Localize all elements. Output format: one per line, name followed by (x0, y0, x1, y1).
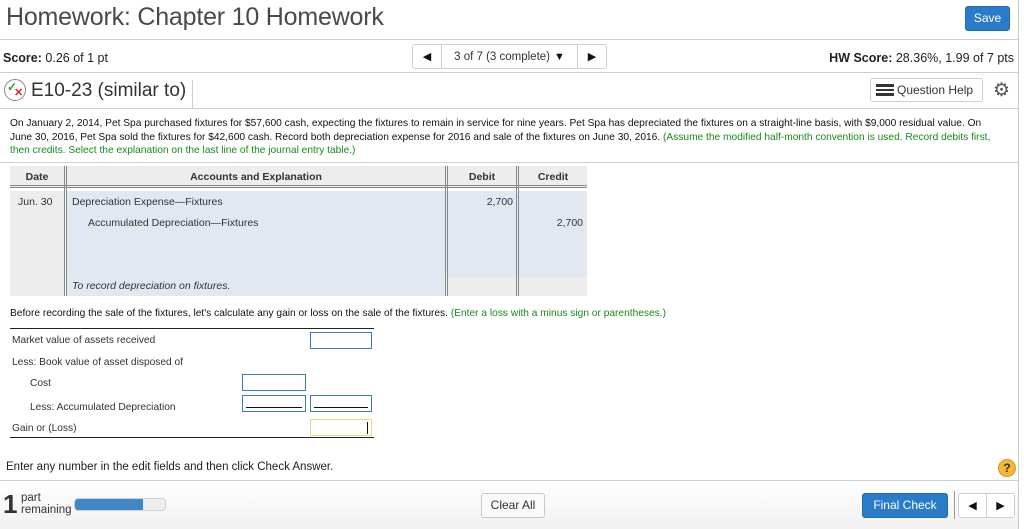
book-value-total-input[interactable] (310, 395, 372, 412)
calculation-intro: Before recording the sale of the fixture… (10, 308, 666, 319)
score-label: Score: (3, 51, 42, 65)
next-button[interactable]: ▶ (987, 494, 1014, 517)
instructions: Enter any number in the edit fields and … (6, 461, 334, 473)
previous-question-button[interactable]: ◀ (413, 45, 442, 68)
parts-label-line1: part (21, 492, 41, 504)
column-header-accounts: Accounts and Explanation (190, 171, 322, 183)
column-header-date: Date (25, 171, 49, 183)
footer-bar: 1 part remaining Clear All Final Check ◀… (0, 480, 1018, 529)
question-help-button[interactable]: Question Help (870, 78, 983, 102)
footer-navigator: ◀ ▶ (958, 493, 1015, 518)
hw-score-label: HW Score: (829, 51, 893, 65)
divider (0, 162, 1018, 163)
accumulated-depreciation-label: Less: Accumulated Depreciation (30, 402, 176, 413)
gear-icon[interactable]: ⚙ (993, 79, 1010, 102)
journal-entry-table: Date Accounts and Explanation Debit Cred… (10, 166, 587, 296)
help-icon[interactable]: ? (998, 459, 1016, 477)
arrow-right-icon: ▶ (587, 51, 597, 63)
caret-down-icon: ▼ (554, 50, 565, 63)
save-button[interactable]: Save (965, 6, 1010, 31)
column-header-credit: Credit (537, 171, 569, 183)
score-bar: Score: 0.26 of 1 pt ◀ 3 of 7 (3 complete… (0, 40, 1018, 73)
question-help-label: Question Help (897, 83, 974, 97)
progress-bar (74, 498, 166, 511)
debit-amount[interactable]: 2,700 (450, 196, 513, 208)
next-question-button[interactable]: ▶ (578, 45, 606, 68)
question-position: 3 of 7 (3 complete) (454, 50, 550, 63)
cost-input[interactable] (242, 374, 306, 391)
column-header-debit: Debit (468, 171, 496, 183)
title-bar: Homework: Chapter 10 Homework Save (0, 0, 1018, 40)
question-id: E10-23 (similar to) (31, 80, 194, 108)
credit-account[interactable]: Accumulated Depreciation—Fixtures (88, 217, 258, 229)
gain-loss-input[interactable] (310, 419, 372, 436)
divider (954, 491, 955, 519)
parts-label-line2: remaining (21, 504, 72, 516)
question-select-dropdown[interactable]: 3 of 7 (3 complete) ▼ (442, 45, 578, 68)
accumulated-depreciation-input[interactable] (242, 395, 306, 412)
entry-explanation[interactable]: To record depreciation on fixtures. (72, 280, 230, 292)
debit-account[interactable]: Depreciation Expense—Fixtures (72, 196, 223, 208)
question-score: Score: 0.26 of 1 pt (3, 51, 108, 65)
homework-score: HW Score: 28.36%, 1.99 of 7 pts (829, 51, 1014, 65)
credit-amount[interactable]: 2,700 (521, 217, 583, 229)
list-icon (876, 84, 894, 96)
progress-fill (75, 499, 143, 510)
column-divider (445, 166, 448, 296)
score-value: 0.26 of 1 pt (45, 51, 108, 65)
book-value-label: Less: Book value of asset disposed of (12, 357, 184, 368)
row-date: Jun. 30 (18, 196, 53, 208)
market-value-input[interactable] (310, 332, 372, 349)
hw-score-value: 28.36%, 1.99 of 7 pts (895, 51, 1014, 65)
page-title: Homework: Chapter 10 Homework (6, 3, 384, 31)
cost-label: Cost (30, 378, 51, 389)
clear-all-button[interactable]: Clear All (481, 493, 545, 518)
calc-bottom-rule (10, 437, 374, 438)
column-divider (516, 166, 519, 296)
market-value-label: Market value of assets received (12, 335, 156, 346)
parts-remaining-label: part remaining (21, 492, 72, 516)
scrollbar[interactable] (1018, 0, 1024, 529)
final-check-button[interactable]: Final Check (862, 493, 948, 518)
calc-intro-hint: (Enter a loss with a minus sign or paren… (450, 308, 666, 319)
gain-loss-label: Gain or (Loss) (12, 423, 77, 434)
partially-correct-icon: ✓ ✕ (4, 79, 26, 101)
calc-intro-text: Before recording the sale of the fixture… (10, 308, 448, 319)
column-divider (64, 166, 67, 296)
problem-statement: On January 2, 2014, Pet Spa purchased fi… (10, 117, 1000, 158)
calc-top-rule (10, 328, 374, 329)
parts-remaining-count: 1 (3, 489, 18, 519)
question-bar: ✓ ✕ E10-23 (similar to) Question Help ⚙ (0, 73, 1018, 109)
arrow-left-icon: ◀ (422, 51, 432, 63)
previous-button[interactable]: ◀ (959, 494, 987, 517)
question-navigator: ◀ 3 of 7 (3 complete) ▼ ▶ (412, 44, 607, 69)
